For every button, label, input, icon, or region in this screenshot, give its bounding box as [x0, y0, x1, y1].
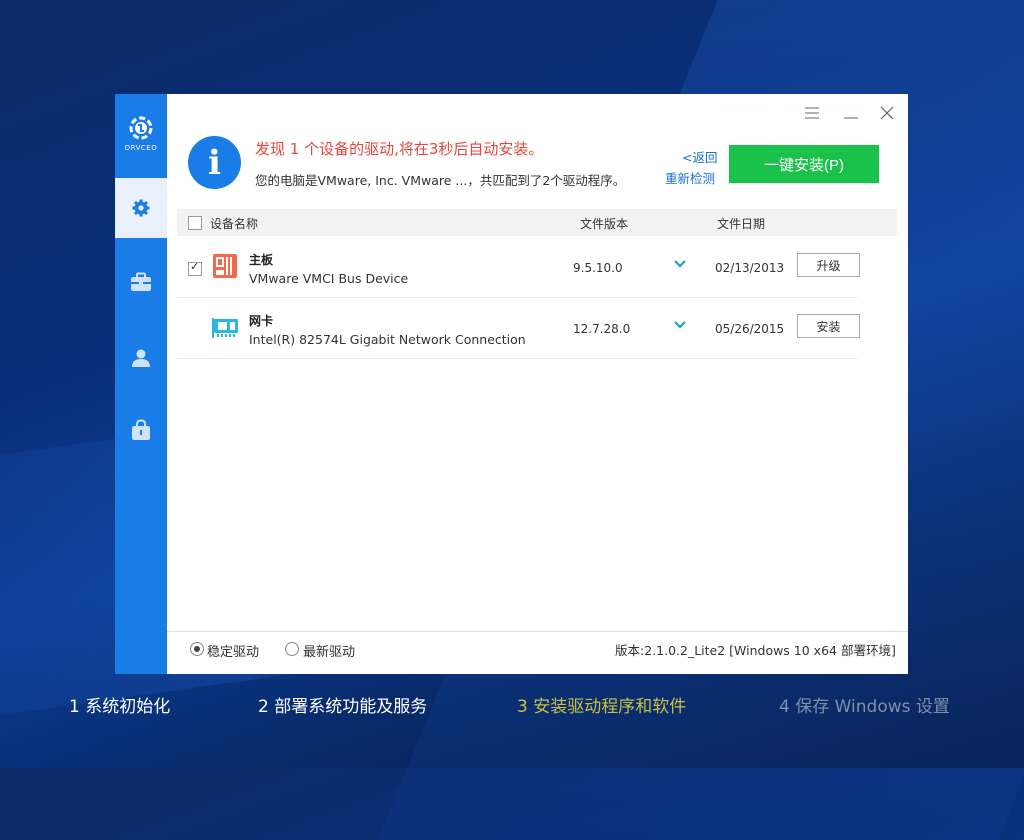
driver-version: 12.7.28.0 — [573, 322, 631, 336]
table-row: 网卡 Intel(R) 82574L Gigabit Network Conne… — [177, 297, 860, 359]
status-subline: 您的电脑是VMware, Inc. VMware ...，共匹配到了2个驱动程序… — [255, 173, 626, 188]
device-description: VMware VMCI Bus Device — [249, 271, 409, 286]
chevron-down-icon[interactable] — [673, 259, 687, 269]
column-header-version: 文件版本 — [580, 217, 629, 231]
sidebar-item-user[interactable] — [115, 328, 167, 388]
step-3-label: 3 安装驱动程序和软件 — [517, 697, 687, 717]
minimize-icon — [844, 117, 858, 119]
column-header-date: 文件日期 — [717, 217, 766, 231]
stable-driver-label: 稳定驱动 — [207, 645, 260, 660]
logo-icon — [129, 116, 153, 140]
sidebar-item-drivers[interactable] — [115, 178, 167, 238]
device-name: 网卡 — [249, 314, 274, 328]
network-card-icon — [212, 318, 238, 338]
step-4-label: 4 保存 Windows 设置 — [779, 697, 950, 717]
driver-installer-window: DRVCEO i 发现 1 个设备的驱动,将在3秒后自动安装。 您的电脑是VMw… — [115, 94, 908, 674]
close-icon — [880, 106, 894, 120]
info-icon: i — [188, 136, 241, 189]
stable-driver-radio[interactable] — [190, 642, 204, 656]
step-2-label: 2 部署系统功能及服务 — [258, 697, 428, 717]
chevron-down-icon[interactable] — [673, 320, 687, 330]
close-button[interactable] — [876, 102, 898, 124]
driver-version: 9.5.10.0 — [573, 261, 623, 275]
table-header: 设备名称 文件版本 文件日期 — [177, 209, 897, 236]
menu-icon — [805, 107, 819, 119]
latest-driver-radio[interactable] — [285, 642, 299, 656]
back-link[interactable]: <返回 — [682, 147, 717, 166]
minimize-button[interactable] — [840, 102, 862, 124]
logo-text: DRVCEO — [124, 144, 158, 152]
menu-button[interactable] — [801, 102, 823, 124]
upgrade-button[interactable]: 升级 — [797, 253, 860, 277]
user-icon — [132, 349, 150, 367]
install-button[interactable]: 安装 — [797, 314, 860, 338]
install-all-button[interactable]: 一键安装(P) — [729, 145, 879, 183]
toolbox-icon — [131, 272, 151, 291]
select-all-checkbox[interactable] — [188, 216, 202, 230]
sidebar: DRVCEO — [115, 94, 167, 674]
rescan-link[interactable]: 重新检测 — [665, 168, 715, 187]
step-1-label: 1 系统初始化 — [69, 697, 171, 717]
main-panel: i 发现 1 个设备的驱动,将在3秒后自动安装。 您的电脑是VMware, In… — [167, 94, 908, 674]
device-description: Intel(R) 82574L Gigabit Network Connecti… — [249, 332, 526, 347]
latest-driver-label: 最新驱动 — [303, 645, 356, 660]
row-checkbox[interactable] — [188, 260, 202, 276]
driver-date: 05/26/2015 — [715, 322, 785, 336]
table-row: 主板 VMware VMCI Bus Device 9.5.10.0 02/13… — [177, 236, 860, 298]
bag-icon — [132, 419, 150, 440]
gear-icon — [132, 199, 150, 217]
column-header-name: 设备名称 — [210, 217, 259, 231]
sidebar-item-tools[interactable] — [115, 252, 167, 312]
driver-date: 02/13/2013 — [715, 261, 785, 275]
app-logo: DRVCEO — [115, 114, 167, 164]
device-name: 主板 — [249, 253, 274, 267]
version-info: 版本:2.1.0.2_Lite2 [Windows 10 x64 部署环境] — [615, 643, 896, 658]
footer-divider — [167, 631, 908, 632]
status-headline: 发现 1 个设备的驱动,将在3秒后自动安装。 — [255, 140, 544, 158]
motherboard-icon — [213, 254, 237, 278]
sidebar-item-store[interactable] — [115, 400, 167, 460]
